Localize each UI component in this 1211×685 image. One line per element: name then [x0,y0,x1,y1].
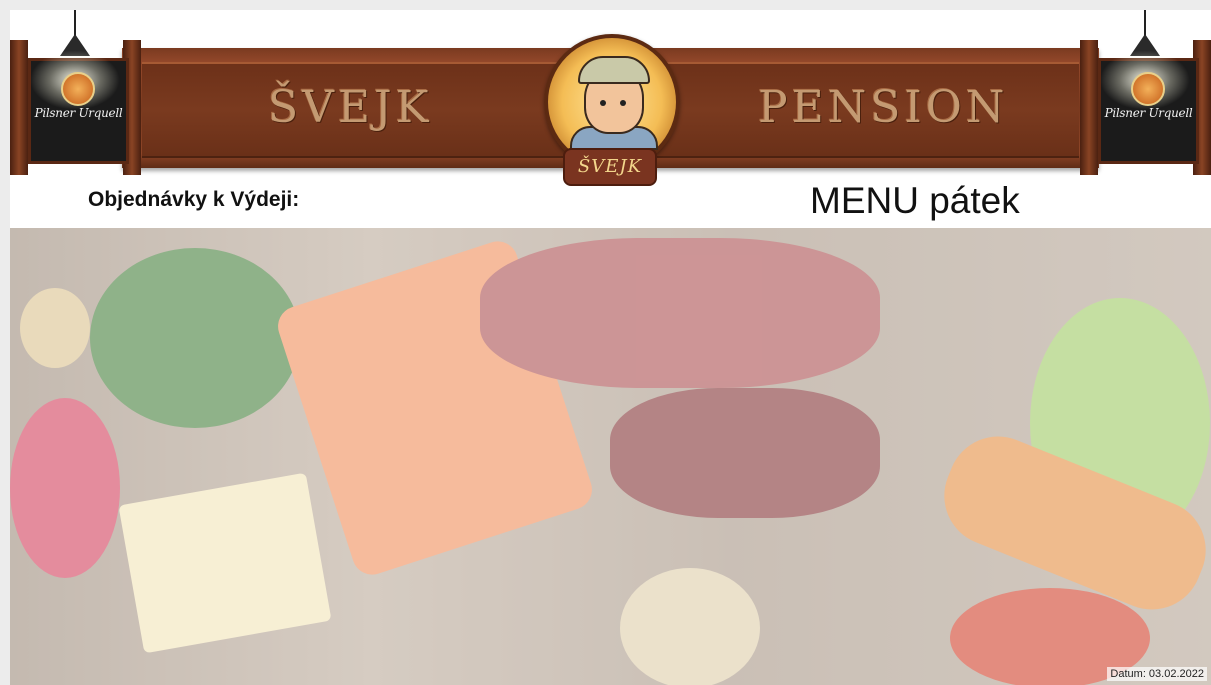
brand-logo-right: Pilsner Urquell [1104,106,1193,120]
svejk-cap-icon [578,56,650,84]
image-wash-overlay [10,228,1211,685]
pilsner-crest-icon [1131,72,1165,106]
header-banner: Pilsner Urquell Pilsner Urquell ŠVEJK PE… [10,10,1211,190]
menu-heading: MENU pátek [810,180,1020,221]
banner-left-word: ŠVEJK [268,82,433,133]
brand-logo-left: Pilsner Urquell [34,106,123,120]
eye-icon [600,100,606,106]
sign-post [1080,40,1098,175]
orders-heading: Objednávky k Výdeji: [88,188,300,211]
banner-right-word: PENSION [758,82,1009,133]
medallion-ribbon: ŠVEJK [563,148,657,186]
pilsner-crest-icon [61,72,95,106]
food-background-image: Datum: 03.02.2022 [10,228,1211,685]
date-label: Datum: 03.02.2022 [1107,667,1207,681]
sign-post [10,40,28,175]
menu-screen: Pilsner Urquell Pilsner Urquell ŠVEJK PE… [10,10,1211,685]
eye-icon [620,100,626,106]
